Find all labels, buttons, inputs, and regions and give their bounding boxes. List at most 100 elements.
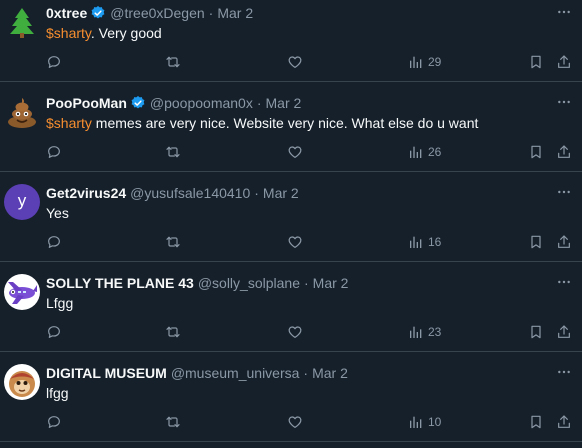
tweet-body-text: Yes (46, 205, 69, 221)
reply-icon (46, 234, 62, 250)
user-handle[interactable]: @solly_solplane (198, 274, 300, 292)
tweet-text: Lfgg (46, 294, 73, 312)
like-button[interactable] (287, 412, 303, 432)
tweet-header: DIGITAL MUSEUM @museum_universa · Mar 2 (46, 364, 348, 382)
views-button[interactable]: 16 (408, 232, 441, 252)
like-button[interactable] (287, 52, 303, 72)
tweet[interactable]: 0xtree @tree0xDegen · Mar 2 $sharty. Ver… (0, 0, 582, 82)
tweet-actions: 29 (46, 52, 582, 72)
tweet-actions: 26 (46, 142, 582, 162)
share-icon (556, 324, 572, 340)
verified-badge-icon (130, 95, 146, 111)
bookmark-button[interactable] (528, 232, 544, 252)
heart-icon (287, 414, 303, 430)
tweet-text: $sharty memes are very nice. Website ver… (46, 114, 478, 132)
bookmark-button[interactable] (528, 142, 544, 162)
tweet[interactable]: DIGITAL MUSEUM @museum_universa · Mar 2 … (0, 352, 582, 442)
reply-button[interactable] (46, 232, 62, 252)
analytics-icon (408, 324, 424, 340)
bookmark-button[interactable] (528, 322, 544, 342)
tweet-text: Yes (46, 204, 69, 222)
like-button[interactable] (287, 232, 303, 252)
avatar[interactable] (4, 364, 40, 400)
display-name[interactable]: 0xtree (46, 4, 87, 22)
display-name[interactable]: DIGITAL MUSEUM (46, 364, 167, 382)
retweet-button[interactable] (165, 322, 181, 342)
timestamp[interactable]: Mar 2 (312, 364, 348, 382)
retweet-icon (165, 54, 181, 70)
views-button[interactable]: 10 (408, 412, 441, 432)
bookmark-icon (528, 144, 544, 160)
view-count: 10 (428, 415, 442, 429)
share-button[interactable] (556, 412, 572, 432)
user-handle[interactable]: @tree0xDegen (110, 4, 204, 22)
tweet-header: SOLLY THE PLANE 43 @solly_solplane · Mar… (46, 274, 348, 292)
more-options-icon[interactable] (556, 184, 572, 200)
retweet-button[interactable] (165, 142, 181, 162)
separator-dot: · (256, 95, 262, 111)
analytics-icon (408, 234, 424, 250)
poop-icon (8, 98, 36, 128)
share-button[interactable] (556, 52, 572, 72)
separator-dot: · (254, 185, 259, 201)
like-button[interactable] (287, 142, 303, 162)
reply-icon (46, 324, 62, 340)
separator-dot: · (303, 365, 309, 381)
tweet-header: Get2virus24 @yusufsale140410 · Mar 2 (46, 184, 299, 202)
retweet-button[interactable] (165, 412, 181, 432)
user-handle[interactable]: @yusufsale140410 (130, 184, 250, 202)
display-name[interactable]: Get2virus24 (46, 184, 126, 202)
more-options-icon[interactable] (556, 364, 572, 380)
tweet-header: 0xtree @tree0xDegen · Mar 2 (46, 4, 253, 22)
reply-button[interactable] (46, 322, 62, 342)
more-options-icon[interactable] (556, 94, 572, 110)
avatar[interactable] (4, 274, 40, 310)
tweet[interactable]: y Get2virus24 @yusufsale140410 · Mar 2 Y… (0, 172, 582, 262)
bookmark-button[interactable] (528, 412, 544, 432)
analytics-icon (408, 414, 424, 430)
timestamp[interactable]: Mar 2 (217, 4, 253, 22)
like-button[interactable] (287, 322, 303, 342)
more-options-icon[interactable] (556, 274, 572, 290)
tweet[interactable]: PooPooMan @poopooman0x · Mar 2 $sharty m… (0, 82, 582, 172)
tweet-body-text: lfgg (46, 385, 69, 401)
user-handle[interactable]: @museum_universa (171, 364, 300, 382)
tweet-body-text: Lfgg (46, 295, 74, 311)
timestamp[interactable]: Mar 2 (313, 274, 349, 292)
bookmark-button[interactable] (528, 52, 544, 72)
tweet-header: PooPooMan @poopooman0x · Mar 2 (46, 94, 301, 112)
views-button[interactable]: 23 (408, 322, 441, 342)
reply-button[interactable] (46, 412, 62, 432)
reply-button[interactable] (46, 52, 62, 72)
share-button[interactable] (556, 142, 572, 162)
tweet-text: $sharty. Very good (46, 24, 162, 42)
tweet-body-text: memes are very nice. Website very nice. … (91, 115, 479, 131)
share-button[interactable] (556, 232, 572, 252)
tweet-actions: 23 (46, 322, 582, 342)
more-options-icon[interactable] (556, 4, 572, 20)
analytics-icon (408, 54, 424, 70)
reply-feed: 0xtree @tree0xDegen · Mar 2 $sharty. Ver… (0, 0, 582, 448)
share-button[interactable] (556, 322, 572, 342)
plane-icon (8, 282, 37, 304)
avatar[interactable]: y (4, 184, 40, 220)
user-handle[interactable]: @poopooman0x (150, 94, 253, 112)
view-count: 26 (428, 145, 442, 159)
reply-button[interactable] (46, 142, 62, 162)
share-icon (556, 144, 572, 160)
views-button[interactable]: 26 (408, 142, 441, 162)
avatar[interactable] (4, 94, 40, 130)
timestamp[interactable]: Mar 2 (263, 184, 299, 202)
tweet[interactable]: SOLLY THE PLANE 43 @solly_solplane · Mar… (0, 262, 582, 352)
share-icon (556, 414, 572, 430)
avatar[interactable] (4, 4, 40, 40)
display-name[interactable]: PooPooMan (46, 94, 127, 112)
cashtag-link[interactable]: $sharty (46, 115, 92, 131)
share-icon (556, 234, 572, 250)
cashtag-link[interactable]: $sharty (46, 25, 91, 41)
retweet-button[interactable] (165, 52, 181, 72)
retweet-button[interactable] (165, 232, 181, 252)
display-name[interactable]: SOLLY THE PLANE 43 (46, 274, 194, 292)
timestamp[interactable]: Mar 2 (266, 94, 302, 112)
views-button[interactable]: 29 (408, 52, 441, 72)
